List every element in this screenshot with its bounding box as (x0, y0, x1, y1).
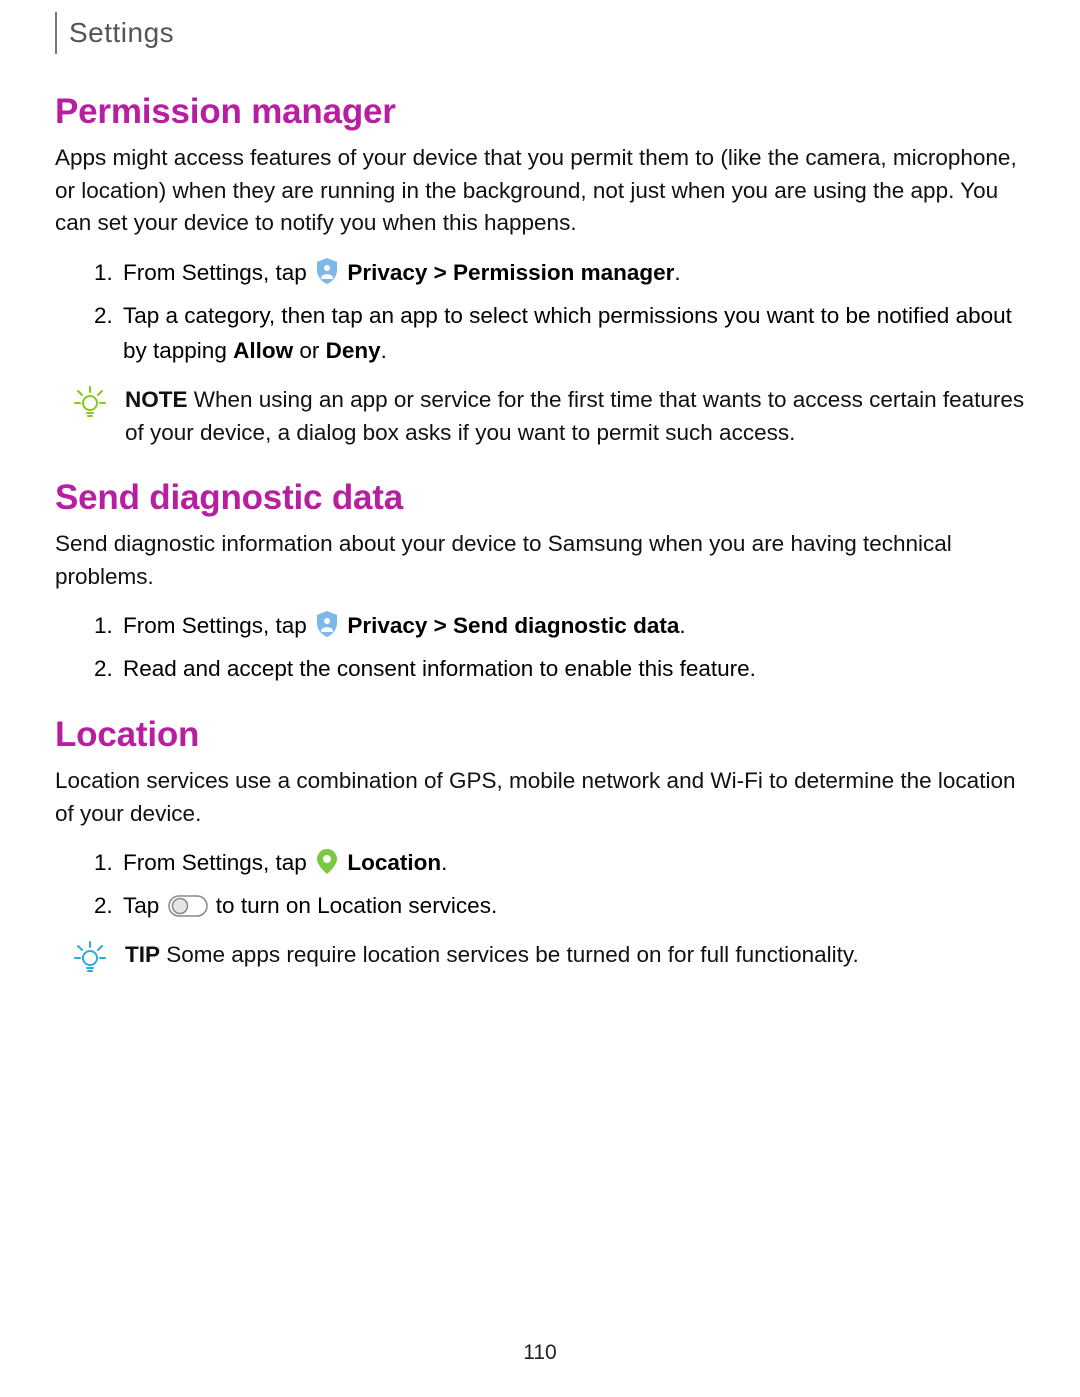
step: From Settings, tap Location. (119, 846, 1025, 881)
heading-send-diagnostic: Send diagnostic data (55, 478, 1025, 518)
note-text: NOTE When using an app or service for th… (125, 383, 1025, 451)
heading-permission-manager: Permission manager (55, 92, 1025, 132)
page-header: Settings (55, 0, 1025, 54)
tip-label: TIP (125, 942, 160, 967)
text: When using an app or service for the fir… (125, 387, 1024, 446)
permission-steps: From Settings, tap Privacy > Permission … (55, 256, 1025, 369)
text: From Settings, tap (123, 850, 313, 875)
note-callout: NOTE When using an app or service for th… (55, 383, 1025, 451)
text-bold: Location (347, 850, 441, 875)
diagnostic-steps: From Settings, tap Privacy > Send diagno… (55, 609, 1025, 687)
toggle-off-icon (168, 893, 208, 915)
text-bold: Privacy > Permission manager (347, 260, 674, 285)
page-number: 110 (0, 1341, 1080, 1365)
text: . (441, 850, 447, 875)
document-page: Settings Permission manager Apps might a… (0, 0, 1080, 1397)
location-intro: Location services use a combination of G… (55, 765, 1025, 830)
privacy-icon (315, 257, 339, 285)
privacy-icon (315, 610, 339, 638)
step: Tap to turn on Location services. (119, 889, 1025, 924)
note-label: NOTE (125, 387, 188, 412)
header-rule (55, 12, 57, 54)
breadcrumb: Settings (69, 17, 174, 49)
step: Read and accept the consent information … (119, 652, 1025, 687)
tip-text: TIP Some apps require location services … (125, 938, 1025, 972)
text: From Settings, tap (123, 260, 313, 285)
location-pin-icon (315, 847, 339, 875)
step: From Settings, tap Privacy > Permission … (119, 256, 1025, 291)
text: . (674, 260, 680, 285)
text-bold: Deny (326, 338, 381, 363)
heading-location: Location (55, 715, 1025, 755)
lightbulb-icon (73, 940, 107, 974)
text: or (293, 338, 326, 363)
text-bold: Privacy > Send diagnostic data (347, 613, 679, 638)
text: Tap (123, 893, 166, 918)
text-bold: Allow (233, 338, 293, 363)
text: Read and accept the consent information … (123, 656, 756, 681)
diagnostic-intro: Send diagnostic information about your d… (55, 528, 1025, 593)
text: to turn on Location services. (216, 893, 497, 918)
text: . (679, 613, 685, 638)
text: Some apps require location services be t… (160, 942, 859, 967)
tip-callout: TIP Some apps require location services … (55, 938, 1025, 974)
location-steps: From Settings, tap Location. Tap to turn… (55, 846, 1025, 924)
permission-intro: Apps might access features of your devic… (55, 142, 1025, 240)
step: From Settings, tap Privacy > Send diagno… (119, 609, 1025, 644)
text: . (381, 338, 387, 363)
lightbulb-icon (73, 385, 107, 419)
step: Tap a category, then tap an app to selec… (119, 299, 1025, 369)
text: From Settings, tap (123, 613, 313, 638)
